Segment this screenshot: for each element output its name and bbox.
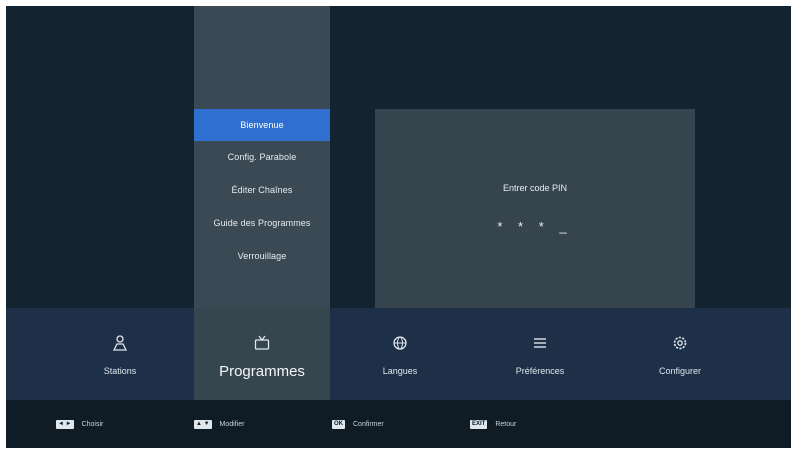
left-right-key-icon: ◄ ► (56, 419, 74, 429)
hint-choisir: ◄ ► Choisir (56, 418, 103, 430)
tab-configurer[interactable]: Configurer (610, 308, 750, 400)
tab-label: Stations (103, 366, 137, 376)
menu-item-verrouillage[interactable]: Verrouillage (194, 240, 330, 273)
tab-label: Configurer (658, 366, 702, 376)
hint-modifier: ▲ ▼ Modifier (194, 418, 244, 430)
list-icon (470, 334, 610, 352)
menu-item-editer-chaines[interactable]: Éditer Chaînes (194, 174, 330, 207)
pin-dialog: Entrer code PIN * * * _ (375, 109, 695, 308)
hint-confirmer: OK Confirmer (332, 418, 384, 430)
menu-item-bienvenue[interactable]: Bienvenue (194, 109, 330, 141)
exit-key-icon: EXIT (470, 419, 488, 429)
footer-hints: ◄ ► Choisir ▲ ▼ Modifier OK Confirmer EX… (6, 400, 791, 448)
tab-programmes[interactable]: Programmes (194, 308, 330, 400)
hint-label: Modifier (219, 420, 245, 428)
tv-screen: Bienvenue Config. Parabole Éditer Chaîne… (6, 6, 791, 448)
hint-label: Retour (495, 420, 517, 428)
tab-label: Programmes (219, 363, 305, 380)
hint-label: Choisir (81, 420, 104, 428)
programmes-menu: Bienvenue Config. Parabole Éditer Chaîne… (194, 109, 330, 273)
tab-langues[interactable]: Langues (330, 308, 470, 400)
tab-label: Langues (382, 366, 418, 376)
tab-preferences[interactable]: Préférences (470, 308, 610, 400)
tab-label: Préférences (515, 366, 565, 376)
up-down-key-icon: ▲ ▼ (194, 419, 212, 429)
pin-input[interactable]: * * * _ (375, 219, 695, 234)
hint-label: Confirmer (353, 420, 384, 428)
hint-retour: EXIT Retour (470, 418, 516, 430)
globe-icon (330, 334, 470, 352)
menu-item-guide-programmes[interactable]: Guide des Programmes (194, 207, 330, 240)
gear-icon (610, 334, 750, 352)
ok-key-icon: OK (332, 419, 345, 429)
tab-stations[interactable]: Stations (50, 308, 190, 400)
tv-icon (194, 334, 330, 352)
main-tab-bar: Stations Programmes Langues Préférences … (6, 308, 791, 400)
person-icon (50, 334, 190, 352)
menu-item-config-parabole[interactable]: Config. Parabole (194, 141, 330, 174)
pin-prompt: Entrer code PIN (502, 183, 568, 193)
